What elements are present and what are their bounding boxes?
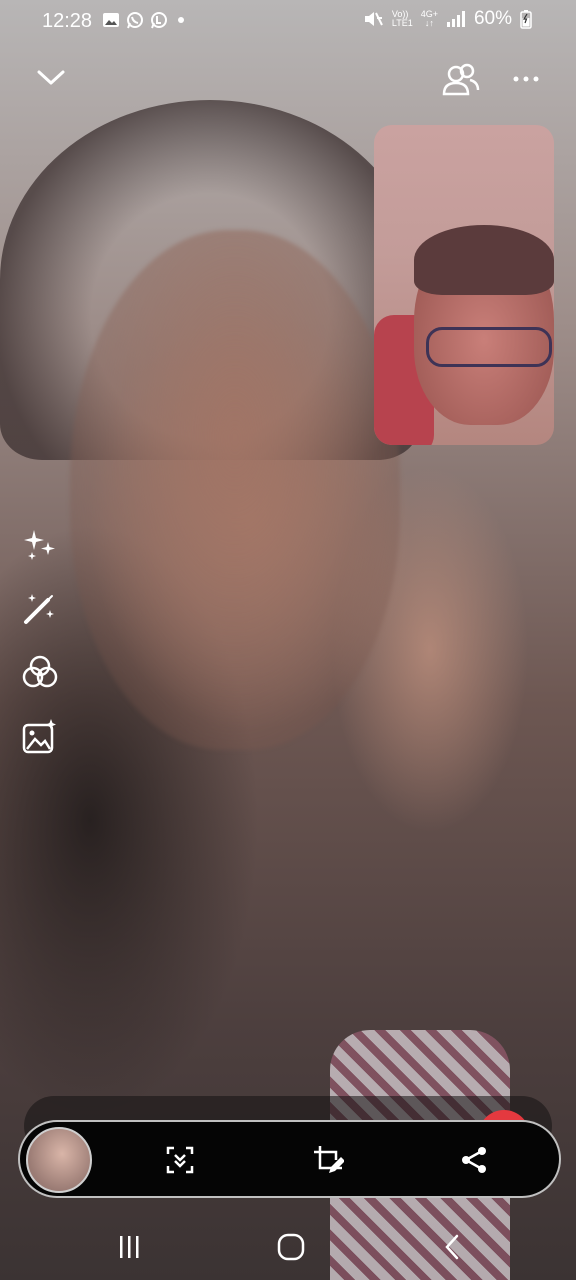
- crop-edit-icon[interactable]: [312, 1144, 344, 1176]
- recent-apps-icon[interactable]: [112, 1230, 146, 1264]
- magic-wand-icon[interactable]: [22, 590, 58, 626]
- scroll-capture-icon[interactable]: [164, 1144, 196, 1176]
- ai-sparkle-icon[interactable]: [22, 526, 58, 562]
- network-4g-icon: 4G+ ↓↑: [421, 10, 438, 28]
- home-icon[interactable]: [274, 1230, 308, 1264]
- screenshot-toolbar: [18, 1120, 561, 1198]
- network-line2: LTE1: [391, 18, 413, 28]
- self-preview-hair: [414, 225, 554, 295]
- minimize-icon[interactable]: [36, 66, 66, 88]
- status-left-icons: [102, 11, 184, 29]
- remote-video-face: [70, 230, 400, 750]
- color-filter-icon[interactable]: [22, 654, 58, 690]
- whatsapp-business-icon: [151, 12, 167, 29]
- gallery-icon: [103, 13, 119, 27]
- more-options-icon[interactable]: [512, 72, 540, 86]
- whatsapp-icon: [127, 12, 143, 29]
- volte-icon: Vo)) LTE1: [392, 10, 413, 28]
- data-arrows: ↓↑: [424, 18, 434, 28]
- battery-charging-icon: [520, 10, 532, 29]
- share-icon[interactable]: [458, 1144, 490, 1176]
- self-preview-video[interactable]: [374, 125, 554, 445]
- participants-icon[interactable]: [442, 62, 480, 98]
- status-time: 12:28: [42, 10, 93, 32]
- status-right-icons: Vo)) LTE1 4G+ ↓↑ 60%: [362, 8, 532, 30]
- notification-dot: [178, 17, 184, 23]
- status-bar: 12:28 Vo)) LTE1 4G+ ↓↑ 60%: [0, 0, 576, 44]
- signal-icon: [446, 11, 465, 27]
- background-image-icon[interactable]: [22, 718, 58, 754]
- mute-icon: [364, 12, 383, 26]
- navigation-bar: [0, 1210, 576, 1280]
- self-preview-glasses: [426, 327, 552, 367]
- screenshot-thumbnail[interactable]: [26, 1127, 92, 1193]
- battery-percent: 60%: [473, 8, 512, 29]
- back-icon[interactable]: [436, 1230, 470, 1264]
